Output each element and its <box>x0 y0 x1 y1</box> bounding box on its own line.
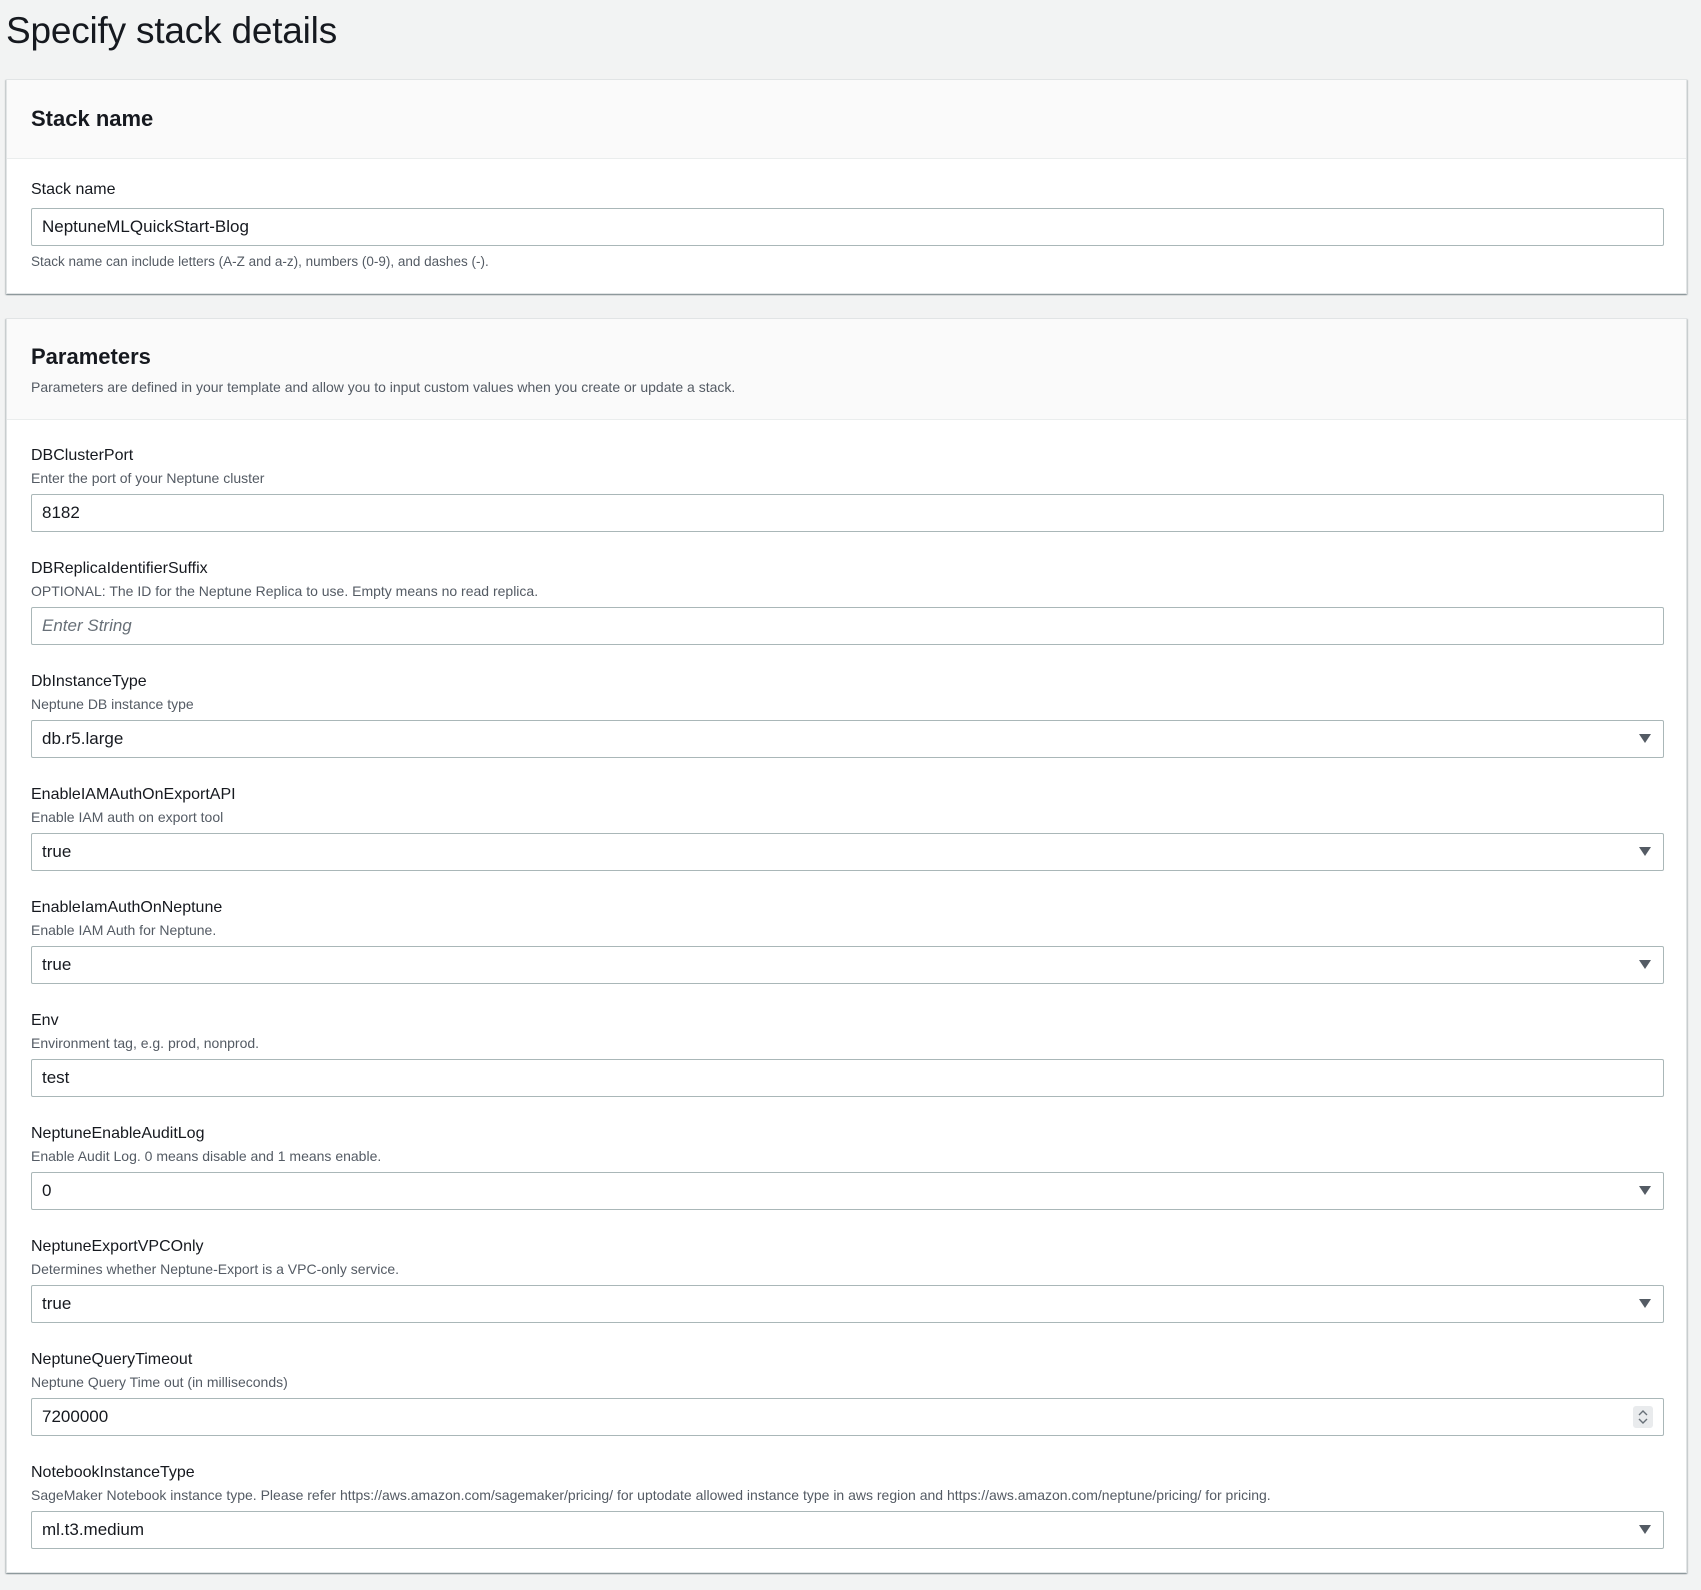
param-description: Enable IAM Auth for Neptune. <box>31 922 217 938</box>
neptunequerytimeout-number-input[interactable]: 7200000 <box>31 1398 1664 1436</box>
param-label: EnableIamAuthOnNeptune <box>31 899 223 916</box>
dbclusterport-input[interactable]: 8182 <box>31 494 1664 532</box>
stack-name-input[interactable]: NeptuneMLQuickStart-Blog <box>31 208 1664 246</box>
spinner-icon[interactable] <box>1633 1406 1653 1428</box>
enableiamauthonexportapi-select[interactable]: true <box>31 833 1664 871</box>
parameters-panel: Parameters Parameters are defined in you… <box>6 318 1687 1573</box>
caret-down-icon <box>1639 1186 1651 1195</box>
param-description: Neptune Query Time out (in milliseconds) <box>31 1374 288 1390</box>
param-env: Env Environment tag, e.g. prod, nonprod.… <box>31 1011 1664 1097</box>
param-label: NeptuneQueryTimeout <box>31 1351 193 1368</box>
parameters-panel-header: Parameters Parameters are defined in you… <box>7 319 1686 420</box>
param-enableiamauthonneptune: EnableIamAuthOnNeptune Enable IAM Auth f… <box>31 898 1664 984</box>
enableiamauthonneptune-select[interactable]: true <box>31 946 1664 984</box>
stack-name-constraint: Stack name can include letters (A-Z and … <box>31 254 489 269</box>
parameters-description: Parameters are defined in your template … <box>31 379 736 395</box>
param-notebookinstancetype: NotebookInstanceType SageMaker Notebook … <box>31 1463 1664 1549</box>
param-description: Environment tag, e.g. prod, nonprod. <box>31 1035 260 1051</box>
stack-name-panel-body: Stack name NeptuneMLQuickStart-Blog Stac… <box>7 159 1686 269</box>
select-value: true <box>42 955 72 974</box>
param-neptunequerytimeout: NeptuneQueryTimeout Neptune Query Time o… <box>31 1350 1664 1436</box>
select-value: db.r5.large <box>42 729 124 748</box>
stack-name-panel: Stack name Stack name NeptuneMLQuickStar… <box>6 79 1687 294</box>
param-label: DBClusterPort <box>31 447 134 464</box>
dbinstancetype-select[interactable]: db.r5.large <box>31 720 1664 758</box>
page: Specify stack details Stack name Stack n… <box>0 0 1701 1590</box>
caret-down-icon <box>1639 1299 1651 1308</box>
stack-name-label: Stack name <box>31 181 116 198</box>
caret-down-icon <box>1639 1525 1651 1534</box>
param-dbinstancetype: DbInstanceType Neptune DB instance type … <box>31 672 1664 758</box>
param-label: DBReplicaIdentifierSuffix <box>31 560 208 577</box>
neptuneenableauditlog-select[interactable]: 0 <box>31 1172 1664 1210</box>
param-description: Determines whether Neptune-Export is a V… <box>31 1261 400 1277</box>
select-value: 0 <box>42 1181 52 1200</box>
select-value: ml.t3.medium <box>42 1520 145 1539</box>
param-description: Neptune DB instance type <box>31 696 194 712</box>
param-label: DbInstanceType <box>31 673 147 690</box>
param-label: NeptuneExportVPCOnly <box>31 1238 204 1255</box>
param-enableiamauthonexportapi: EnableIAMAuthOnExportAPI Enable IAM auth… <box>31 785 1664 871</box>
param-dbclusterport: DBClusterPort Enter the port of your Nep… <box>31 446 1664 532</box>
param-description: Enter the port of your Neptune cluster <box>31 470 265 486</box>
param-neptuneexportvpconly: NeptuneExportVPCOnly Determines whether … <box>31 1237 1664 1323</box>
param-neptuneenableauditlog: NeptuneEnableAuditLog Enable Audit Log. … <box>31 1124 1664 1210</box>
dbreplicaidentifiersuffix-input[interactable]: Enter String <box>31 607 1664 645</box>
param-dbreplicaidentifiersuffix: DBReplicaIdentifierSuffix OPTIONAL: The … <box>31 559 1664 645</box>
page-title: Specify stack details <box>6 10 338 51</box>
number-value: 7200000 <box>42 1407 109 1426</box>
caret-down-icon <box>1639 734 1651 743</box>
stack-name-heading: Stack name <box>31 106 154 131</box>
param-label: Env <box>31 1012 59 1029</box>
parameters-heading: Parameters <box>31 344 151 369</box>
param-description: SageMaker Notebook instance type. Please… <box>31 1487 1271 1503</box>
param-label: NotebookInstanceType <box>31 1464 195 1481</box>
param-label: EnableIAMAuthOnExportAPI <box>31 786 236 803</box>
param-description: OPTIONAL: The ID for the Neptune Replica… <box>31 583 539 599</box>
param-label: NeptuneEnableAuditLog <box>31 1125 205 1142</box>
env-input[interactable]: test <box>31 1059 1664 1097</box>
stack-name-panel-header: Stack name <box>7 80 1686 159</box>
select-value: true <box>42 842 72 861</box>
select-value: true <box>42 1294 72 1313</box>
param-description: Enable Audit Log. 0 means disable and 1 … <box>31 1148 382 1164</box>
neptuneexportvpconly-select[interactable]: true <box>31 1285 1664 1323</box>
notebookinstancetype-select[interactable]: ml.t3.medium <box>31 1511 1664 1549</box>
caret-down-icon <box>1639 960 1651 969</box>
caret-down-icon <box>1639 847 1651 856</box>
param-description: Enable IAM auth on export tool <box>31 809 224 825</box>
